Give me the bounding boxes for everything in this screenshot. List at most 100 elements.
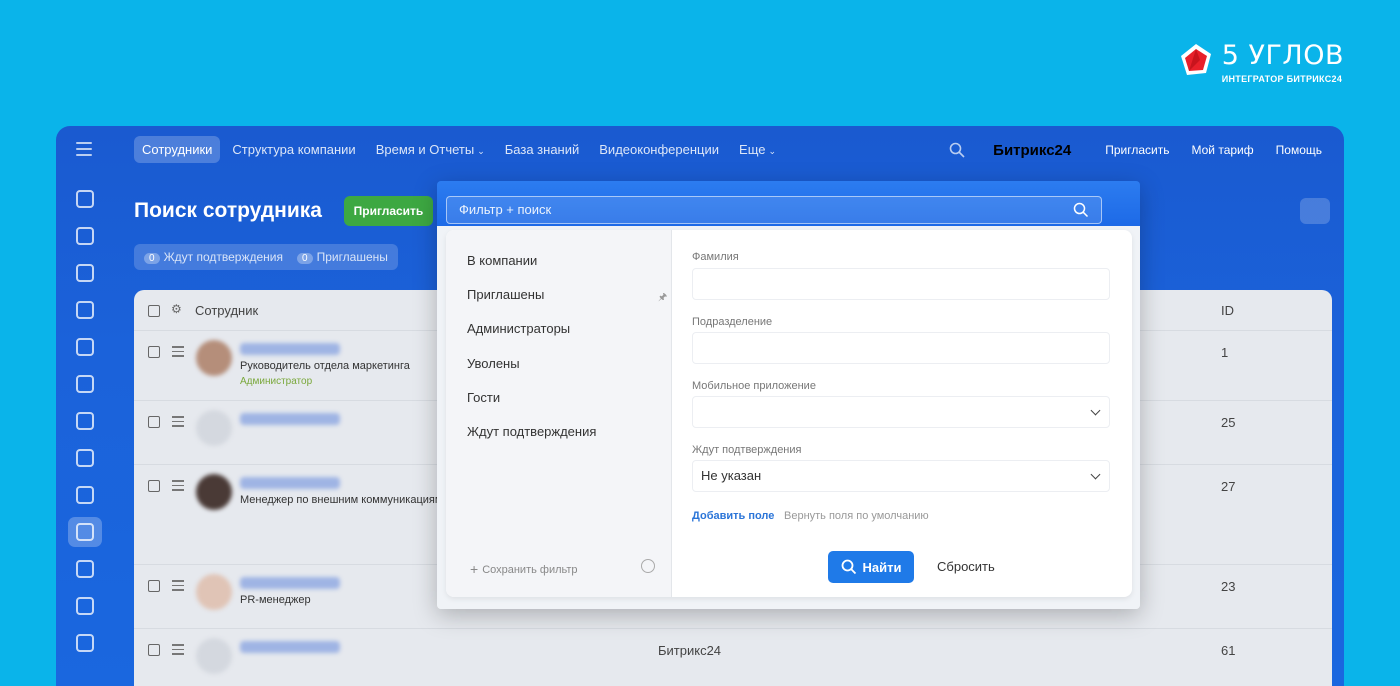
employee-id: 1 bbox=[1221, 345, 1229, 360]
employee-id: 25 bbox=[1221, 415, 1236, 430]
department-input[interactable] bbox=[692, 332, 1110, 364]
column-id[interactable]: ID bbox=[1221, 303, 1234, 318]
find-button[interactable]: Найти bbox=[828, 551, 914, 583]
brand-logo-icon bbox=[1180, 44, 1211, 75]
tab-time-reports[interactable]: Время и Отчеты ⌄ bbox=[368, 136, 493, 163]
row-menu-icon[interactable] bbox=[172, 416, 184, 427]
tab-employees[interactable]: Сотрудники bbox=[134, 136, 221, 163]
row-menu-icon[interactable] bbox=[172, 480, 184, 491]
employee-name-blurred[interactable] bbox=[240, 477, 340, 489]
target-icon bbox=[76, 449, 94, 467]
add-field-link[interactable]: Добавить поле bbox=[692, 510, 774, 522]
pin-icon[interactable]: 🖈 bbox=[658, 290, 667, 307]
admin-badge: Администратор bbox=[240, 376, 313, 387]
employee-department: Битрикс24 bbox=[658, 643, 722, 658]
tab-knowledge-base[interactable]: База знаний bbox=[497, 136, 588, 163]
help-link[interactable]: Помощь bbox=[1270, 138, 1328, 162]
row-menu-icon[interactable] bbox=[172, 644, 184, 655]
reset-button[interactable]: Сбросить bbox=[937, 559, 995, 574]
avatar bbox=[196, 474, 232, 510]
sidebar-item-reports[interactable] bbox=[68, 554, 102, 584]
brand-name: 5 УГЛОВ bbox=[1221, 40, 1344, 71]
employee-role: Менеджер по внешним коммуникациям bbox=[240, 494, 443, 506]
preset-guests[interactable]: Гости bbox=[467, 390, 500, 405]
sidebar-item-tasks[interactable] bbox=[68, 221, 102, 251]
preset-fired[interactable]: Уволены bbox=[467, 356, 520, 371]
filter-search-input[interactable]: Фильтр + поиск bbox=[446, 196, 1102, 224]
surname-input[interactable] bbox=[692, 268, 1110, 300]
chevron-down-icon bbox=[1090, 405, 1101, 416]
column-settings-gear-icon[interactable]: ⚙ bbox=[171, 302, 182, 316]
field-label-awaiting: Ждут подтверждения bbox=[692, 444, 802, 456]
row-checkbox[interactable] bbox=[148, 644, 160, 656]
restore-default-fields-link[interactable]: Вернуть поля по умолчанию bbox=[784, 510, 929, 522]
row-menu-icon[interactable] bbox=[172, 580, 184, 591]
sidebar bbox=[56, 184, 114, 665]
row-menu-icon[interactable] bbox=[172, 346, 184, 357]
crm-icon bbox=[76, 264, 94, 282]
sidebar-item-checklist[interactable] bbox=[68, 406, 102, 436]
row-checkbox[interactable] bbox=[148, 346, 160, 358]
search-icon[interactable] bbox=[949, 142, 965, 158]
signature-icon bbox=[76, 486, 94, 504]
sidebar-item-crm[interactable] bbox=[68, 258, 102, 288]
table-row[interactable]: Битрикс24 61 bbox=[134, 628, 1332, 686]
avatar bbox=[196, 340, 232, 376]
sidebar-item-target[interactable] bbox=[68, 443, 102, 473]
sidebar-item-filter[interactable] bbox=[68, 332, 102, 362]
sidebar-item-chat[interactable] bbox=[68, 628, 102, 658]
avatar bbox=[196, 638, 232, 674]
invite-link[interactable]: Пригласить bbox=[1099, 138, 1175, 162]
row-checkbox[interactable] bbox=[148, 480, 160, 492]
funnel-icon bbox=[76, 338, 94, 356]
counter-invited[interactable]: 0 Приглашены bbox=[297, 250, 388, 264]
tab-more[interactable]: Еще ⌄ bbox=[731, 136, 784, 163]
field-label-surname: Фамилия bbox=[692, 251, 739, 263]
tasks-icon bbox=[76, 227, 94, 245]
page-title: Поиск сотрудника bbox=[134, 199, 322, 222]
chevron-down-icon: ⌄ bbox=[477, 146, 485, 156]
select-all-checkbox[interactable] bbox=[148, 305, 160, 317]
sidebar-item-docs[interactable] bbox=[68, 295, 102, 325]
search-icon[interactable] bbox=[1073, 202, 1089, 218]
checkbox-icon bbox=[76, 412, 94, 430]
activity-icon bbox=[76, 190, 94, 208]
preset-settings-gear-icon[interactable] bbox=[641, 559, 655, 573]
store-icon bbox=[76, 597, 94, 615]
save-filter-button[interactable]: + Сохранить фильтр bbox=[470, 560, 578, 577]
preset-awaiting[interactable]: Ждут подтверждения bbox=[467, 424, 596, 439]
sidebar-item-mail[interactable] bbox=[68, 369, 102, 399]
counter-awaiting[interactable]: 0 Ждут подтверждения bbox=[144, 250, 283, 264]
counters-bar: 0 Ждут подтверждения 0 Приглашены bbox=[134, 244, 398, 270]
mobile-app-select[interactable] bbox=[692, 396, 1110, 428]
settings-gear-icon[interactable] bbox=[1300, 198, 1330, 224]
employee-name-blurred[interactable] bbox=[240, 343, 340, 355]
chevron-down-icon bbox=[1090, 469, 1101, 480]
menu-icon[interactable] bbox=[76, 142, 92, 156]
tab-company-structure[interactable]: Структура компании bbox=[224, 136, 363, 163]
column-employee[interactable]: Сотрудник bbox=[195, 303, 258, 318]
row-checkbox[interactable] bbox=[148, 580, 160, 592]
preset-admins[interactable]: Администраторы bbox=[467, 321, 570, 336]
sidebar-item-sign[interactable] bbox=[68, 480, 102, 510]
document-icon bbox=[76, 301, 94, 319]
preset-invited[interactable]: Приглашены bbox=[467, 287, 544, 302]
employee-name-blurred[interactable] bbox=[240, 577, 340, 589]
preset-in-company[interactable]: В компании bbox=[467, 253, 537, 268]
awaiting-select[interactable]: Не указан bbox=[692, 460, 1110, 492]
field-label-department: Подразделение bbox=[692, 316, 773, 328]
sidebar-item-employees[interactable] bbox=[68, 517, 102, 547]
plus-icon: + bbox=[470, 561, 479, 577]
sidebar-item-activity[interactable] bbox=[68, 184, 102, 214]
brand-tagline: ИНТЕГРАТОР БИТРИКС24 bbox=[1221, 74, 1343, 84]
employee-role: PR-менеджер bbox=[240, 594, 311, 606]
sidebar-item-store[interactable] bbox=[68, 591, 102, 621]
chat-icon bbox=[76, 634, 94, 652]
employee-name-blurred[interactable] bbox=[240, 413, 340, 425]
brand-block: 5 УГЛОВ ИНТЕГРАТОР БИТРИКС24 bbox=[1178, 40, 1344, 84]
my-plan-link[interactable]: Мой тариф bbox=[1186, 138, 1260, 162]
employee-name-blurred[interactable] bbox=[240, 641, 340, 653]
row-checkbox[interactable] bbox=[148, 416, 160, 428]
invite-button[interactable]: Пригласить bbox=[344, 196, 433, 226]
tab-video-conferences[interactable]: Видеоконференции bbox=[591, 136, 727, 163]
